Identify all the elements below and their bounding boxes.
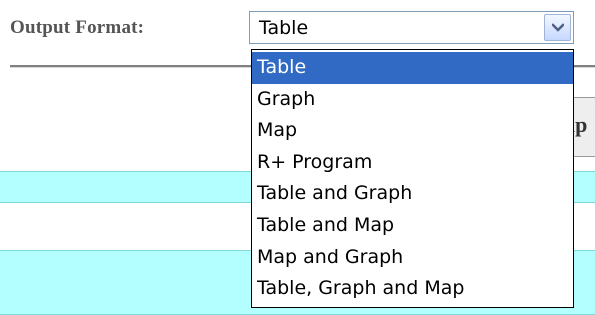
option-map[interactable]: Map xyxy=(252,115,573,147)
option-map-and-graph[interactable]: Map and Graph xyxy=(252,242,573,274)
output-format-select[interactable]: Table xyxy=(249,11,574,44)
dropdown-button[interactable] xyxy=(544,14,571,41)
select-current-value: Table xyxy=(259,17,309,39)
output-format-dropdown-list: Table Graph Map R+ Program Table and Gra… xyxy=(251,49,574,308)
option-r-program[interactable]: R+ Program xyxy=(252,147,573,179)
option-table[interactable]: Table xyxy=(252,52,573,84)
option-table-and-map[interactable]: Table and Map xyxy=(252,210,573,242)
option-graph[interactable]: Graph xyxy=(252,84,573,116)
chevron-down-icon xyxy=(552,23,564,32)
option-table-graph-and-map[interactable]: Table, Graph and Map xyxy=(252,273,573,305)
output-format-label: Output Format: xyxy=(10,17,145,38)
form-page: Output Format: lp Table Table Graph Map … xyxy=(0,0,595,315)
option-table-and-graph[interactable]: Table and Graph xyxy=(252,178,573,210)
